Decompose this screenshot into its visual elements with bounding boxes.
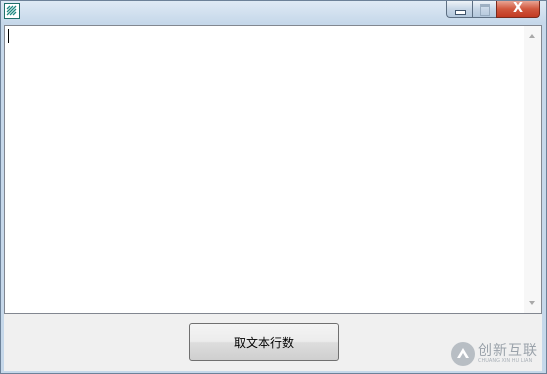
minimize-button[interactable] (446, 1, 472, 18)
watermark-logo: 创新互联 CHUANG XIN HU LIAN (448, 338, 546, 370)
watermark-text: 创新互联 (478, 343, 538, 359)
maximize-icon (480, 4, 490, 16)
scroll-down-arrow-icon[interactable] (529, 301, 535, 305)
minimize-icon (455, 10, 466, 15)
text-editor[interactable] (4, 25, 542, 314)
scroll-up-arrow-icon[interactable] (529, 34, 535, 38)
watermark-subtext: CHUANG XIN HU LIAN (478, 358, 533, 364)
title-bar[interactable]: X (1, 1, 546, 23)
close-button[interactable]: X (496, 1, 540, 18)
text-caret (8, 29, 9, 43)
application-window: X 取文本行数 (0, 0, 547, 374)
vertical-scrollbar[interactable] (524, 26, 541, 313)
watermark-icon (451, 342, 475, 366)
app-icon[interactable] (4, 3, 20, 19)
get-line-count-button[interactable]: 取文本行数 (189, 323, 339, 361)
close-icon: X (512, 1, 524, 16)
client-area: 取文本行数 (4, 25, 542, 371)
caption-buttons: X (446, 1, 540, 19)
maximize-button (472, 1, 496, 18)
